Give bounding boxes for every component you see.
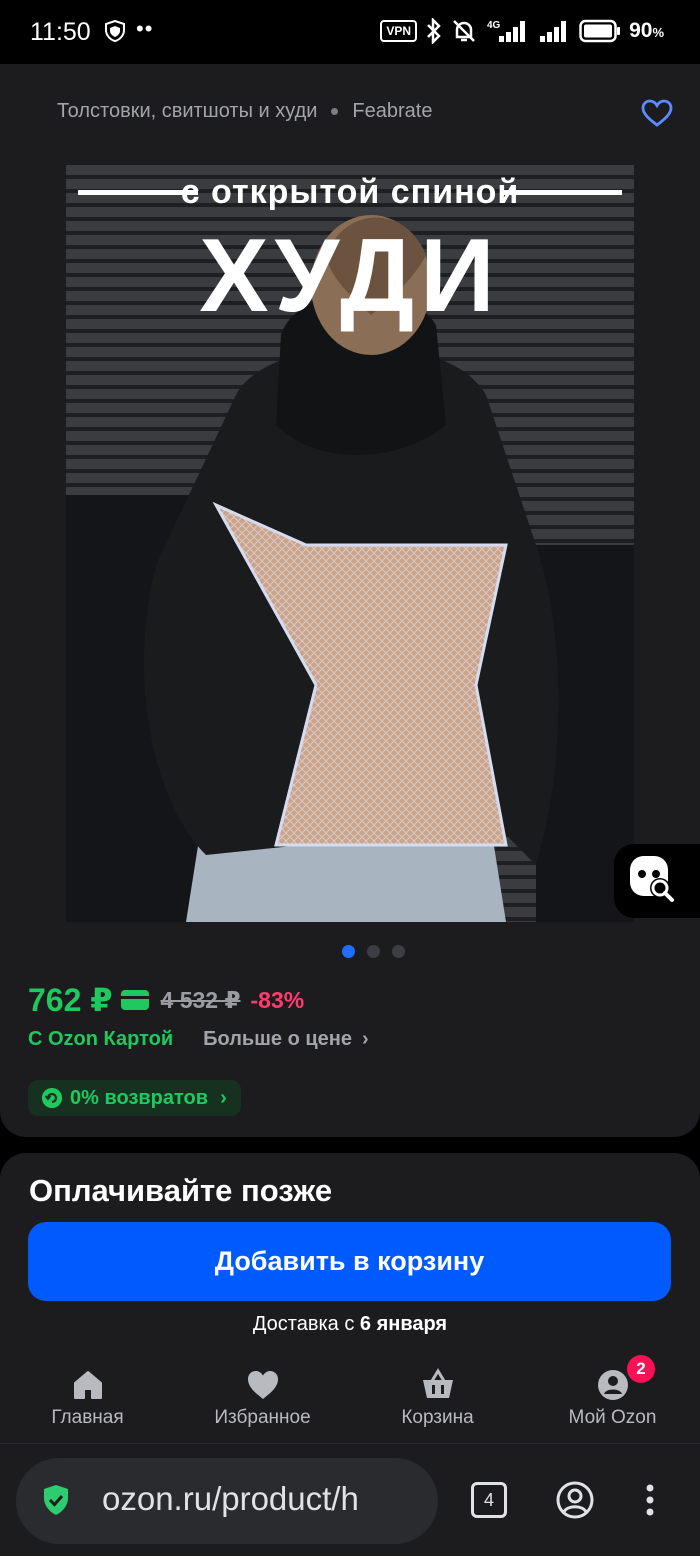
delivery-date: 6 января: [359, 1313, 448, 1335]
notification-badge: 2: [627, 1355, 655, 1383]
battery-percent-unit: %: [652, 25, 664, 40]
price-row: 762 ₽ 4 532 ₽ -83%: [28, 981, 304, 1019]
security-shield-icon[interactable]: [42, 1484, 70, 1516]
carousel-dot[interactable]: [392, 945, 405, 958]
carousel-dot[interactable]: [367, 945, 380, 958]
image-carousel-dots[interactable]: [342, 945, 405, 958]
shield-icon: [105, 20, 125, 42]
tabs-button[interactable]: 4: [471, 1482, 507, 1518]
product-card: Толстовки, свитшоты и худи Feabrate с от…: [0, 64, 700, 1137]
nav-label-home: Главная: [51, 1407, 124, 1428]
product-image[interactable]: с открытой спиной ХУДИ: [66, 165, 634, 922]
profile-icon: [597, 1370, 628, 1400]
basket-icon: [422, 1368, 453, 1398]
image-caption-big: ХУДИ: [199, 218, 501, 334]
url-bar[interactable]: ozon.ru/product/h: [16, 1458, 438, 1544]
delivery-info: Доставка с 6 января: [0, 1313, 700, 1336]
pay-later-title[interactable]: Оплачивайте позже: [29, 1173, 332, 1209]
bottom-nav: Главная Избранное Корзина 2 Мой Ozon: [0, 1355, 700, 1443]
nav-item-favorites[interactable]: Избранное: [175, 1363, 350, 1443]
image-caption-small: с открытой спиной: [180, 173, 520, 211]
nav-label-cart: Корзина: [401, 1407, 474, 1428]
heart-icon: [247, 1371, 278, 1399]
price-sub-row: С Ozon Картой Больше о цене ›: [28, 1028, 369, 1051]
account-icon[interactable]: [555, 1480, 595, 1520]
status-notification-dots: ••: [136, 16, 154, 41]
returns-label: 0% возвратов: [70, 1086, 209, 1109]
visual-search-icon: [630, 856, 674, 902]
more-menu-icon[interactable]: [640, 1480, 660, 1520]
bell-muted-icon: [453, 20, 475, 42]
chevron-right-icon: ›: [220, 1086, 227, 1109]
home-icon: [73, 1371, 102, 1399]
nav-item-home[interactable]: Главная: [0, 1363, 175, 1443]
status-icons: VPN 4G 90%: [380, 18, 664, 44]
carousel-dot[interactable]: [342, 945, 355, 958]
nav-item-cart[interactable]: Корзина: [350, 1363, 525, 1443]
nav-label-favorites: Избранное: [214, 1407, 311, 1428]
delivery-prefix: Доставка с: [252, 1313, 355, 1335]
price-discount: -83%: [250, 986, 305, 1013]
network-label: 4G: [487, 20, 501, 31]
more-about-price-link[interactable]: Больше о цене: [203, 1028, 352, 1051]
browser-toolbar: ozon.ru/product/h 4: [0, 1443, 700, 1556]
returns-badge[interactable]: 0% возвратов ›: [28, 1080, 241, 1116]
price-current: 762 ₽: [28, 982, 113, 1018]
signal-4g-icon: 4G: [487, 20, 526, 42]
return-arrow-icon: [42, 1088, 62, 1108]
breadcrumb-brand[interactable]: Feabrate: [352, 100, 432, 123]
nav-label-my-ozon: Мой Ozon: [568, 1407, 657, 1428]
breadcrumb: Толстовки, свитшоты и худи Feabrate: [57, 100, 432, 123]
nav-item-my-ozon[interactable]: 2 Мой Ozon: [525, 1355, 700, 1443]
price-old: 4 532 ₽: [160, 986, 241, 1013]
battery-percent: 90%: [629, 19, 664, 43]
chevron-right-icon[interactable]: ›: [362, 1028, 369, 1051]
checkout-panel: Оплачивайте позже Добавить в корзину Дос…: [0, 1153, 700, 1443]
breadcrumb-separator: [331, 108, 339, 115]
ozon-card-icon: [120, 990, 149, 1010]
status-time: 11:50: [30, 18, 91, 46]
signal-icon: [540, 21, 567, 42]
bluetooth-icon: [427, 18, 441, 44]
url-text[interactable]: ozon.ru/product/h: [102, 1480, 424, 1518]
battery-icon: [579, 19, 621, 43]
visual-search-button[interactable]: [614, 844, 700, 918]
battery-percent-value: 90: [629, 19, 653, 42]
vpn-icon: VPN: [380, 20, 418, 42]
favorite-heart-icon[interactable]: [640, 98, 674, 128]
add-to-cart-button[interactable]: Добавить в корзину: [28, 1222, 671, 1301]
breadcrumb-category[interactable]: Толстовки, свитшоты и худи: [57, 100, 317, 123]
status-bar: 11:50 •• VPN 4G 90%: [0, 0, 700, 64]
ozon-card-price-label: С Ozon Картой: [28, 1028, 174, 1050]
